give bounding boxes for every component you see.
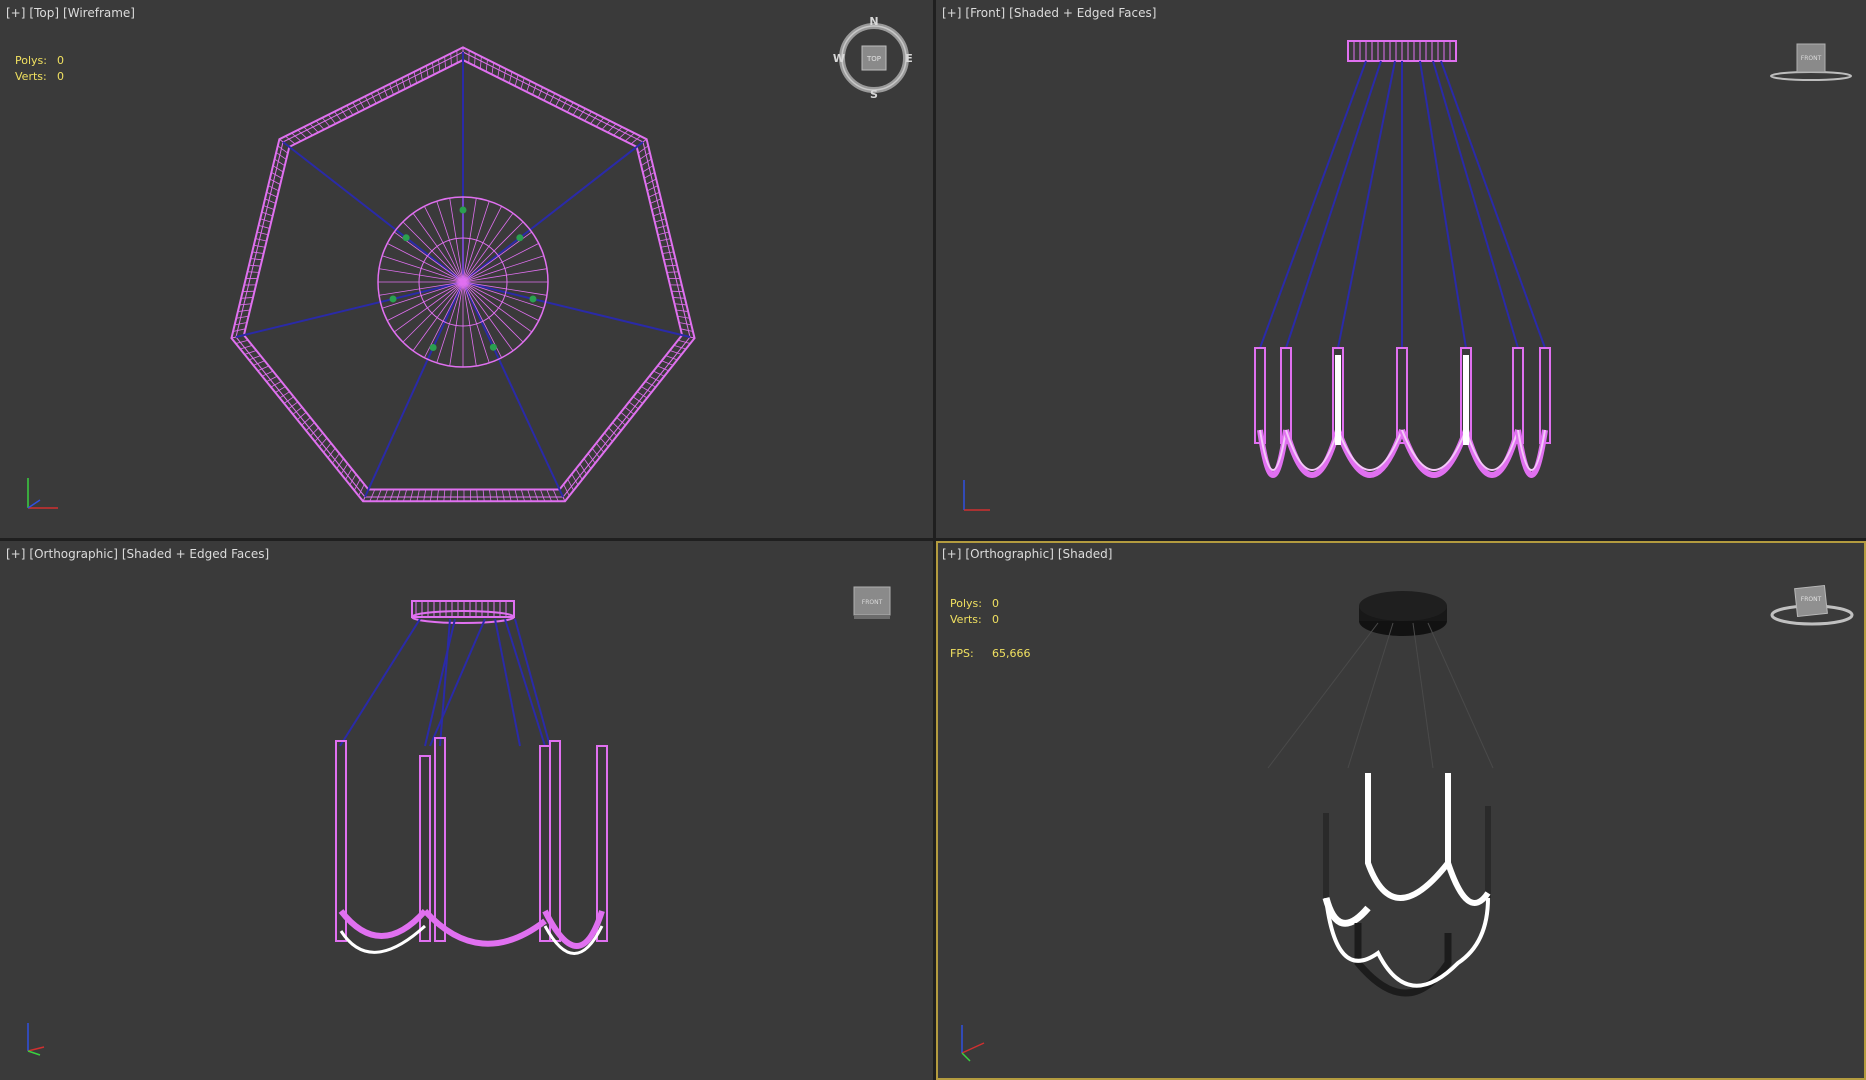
verts-label: Verts: <box>950 613 982 626</box>
viewcube-face-label: FRONT <box>862 599 883 606</box>
axis-tripod-icon <box>961 1025 985 1062</box>
viewport-shading-mode[interactable]: [Wireframe] <box>63 6 135 20</box>
viewport-orthographic-edged[interactable]: [+] [Orthographic] [Shaded + Edged Faces] … <box>0 541 933 1080</box>
ceiling-canopy-disc <box>377 196 549 368</box>
compass-e[interactable]: E <box>905 52 913 65</box>
verts-value: 0 <box>57 70 64 83</box>
viewport-menu-plus[interactable]: [+] <box>942 6 961 20</box>
viewport-view-name[interactable]: [Orthographic] <box>965 547 1053 561</box>
viewport-stats: Polys: 0 Verts: 0 <box>15 54 64 86</box>
viewcube-ortho[interactable]: FRONT <box>848 581 898 625</box>
viewport-menu-plus[interactable]: [+] <box>6 547 25 561</box>
viewport-menu-plus[interactable]: [+] <box>942 547 961 561</box>
compass-n[interactable]: N <box>869 16 878 28</box>
viewport-orthographic-shaded[interactable]: [+] [Orthographic] [Shaded] Polys: 0 Verts:… <box>936 541 1866 1080</box>
verts-value: 0 <box>992 613 999 626</box>
viewcube-front[interactable]: FRONT <box>1766 36 1856 86</box>
ortho-shaded-scene <box>1267 591 1494 997</box>
canopy-ortho <box>411 600 515 624</box>
viewport-view-name[interactable]: [Orthographic] <box>29 547 117 561</box>
viewport-label-front[interactable]: [+] [Front] [Shaded + Edged Faces] <box>942 6 1160 20</box>
viewport-view-name[interactable]: [Top] <box>29 6 59 20</box>
viewport-label-top[interactable]: [+] [Top] [Wireframe] <box>6 6 139 20</box>
polys-label: Polys: <box>950 597 982 610</box>
viewport-menu-plus[interactable]: [+] <box>6 6 25 20</box>
compass-s[interactable]: S <box>870 88 878 100</box>
axis-tripod-icon <box>27 478 58 509</box>
suspension-cables <box>1267 622 1494 769</box>
fps-value: 65,666 <box>992 647 1031 660</box>
viewport-label-ortho-edged[interactable]: [+] [Orthographic] [Shaded + Edged Faces] <box>6 547 273 561</box>
compass-w[interactable]: W <box>833 52 845 65</box>
viewport-shading-mode[interactable]: [Shaded + Edged Faces] <box>122 547 269 561</box>
viewport-front[interactable]: [+] [Front] [Shaded + Edged Faces] FRONT <box>936 0 1866 538</box>
light-arms <box>335 737 608 955</box>
front-edged-scene <box>1254 40 1551 478</box>
fps-label: FPS: <box>950 647 974 660</box>
viewport-top[interactable]: [+] [Top] [Wireframe] Polys: 0 Verts: 0 TOP … <box>0 0 933 538</box>
viewcube-face-label: FRONT <box>1801 55 1822 62</box>
ortho-edged-scene <box>335 600 608 955</box>
viewport-stats: Polys: 0 Verts: 0 FPS: 65,666 <box>950 597 1031 663</box>
canopy-shaded <box>1359 591 1447 636</box>
axis-tripod-icon <box>27 1023 45 1056</box>
canopy-front <box>1347 40 1457 62</box>
polys-label: Polys: <box>15 54 47 67</box>
viewcube-shaded[interactable]: FRONT <box>1768 577 1858 629</box>
suspension-cables <box>1259 60 1546 349</box>
viewport-view-name[interactable]: [Front] <box>965 6 1005 20</box>
axis-tripod-icon <box>963 480 990 511</box>
viewcube-face-label: TOP <box>866 55 881 63</box>
light-arms <box>1322 773 1491 997</box>
polys-value: 0 <box>992 597 999 610</box>
light-arms <box>1254 347 1551 478</box>
viewport-label-ortho-shaded[interactable]: [+] [Orthographic] [Shaded] <box>942 547 1116 561</box>
verts-label: Verts: <box>15 70 47 83</box>
viewcube-face-label: FRONT <box>1801 596 1822 603</box>
suspension-cables <box>339 618 551 747</box>
polys-value: 0 <box>57 54 64 67</box>
viewcube-compass[interactable]: TOP N S E W <box>832 16 916 100</box>
viewport-shading-mode[interactable]: [Shaded] <box>1058 547 1113 561</box>
top-wireframe-scene <box>230 46 696 503</box>
viewport-shading-mode[interactable]: [Shaded + Edged Faces] <box>1009 6 1156 20</box>
